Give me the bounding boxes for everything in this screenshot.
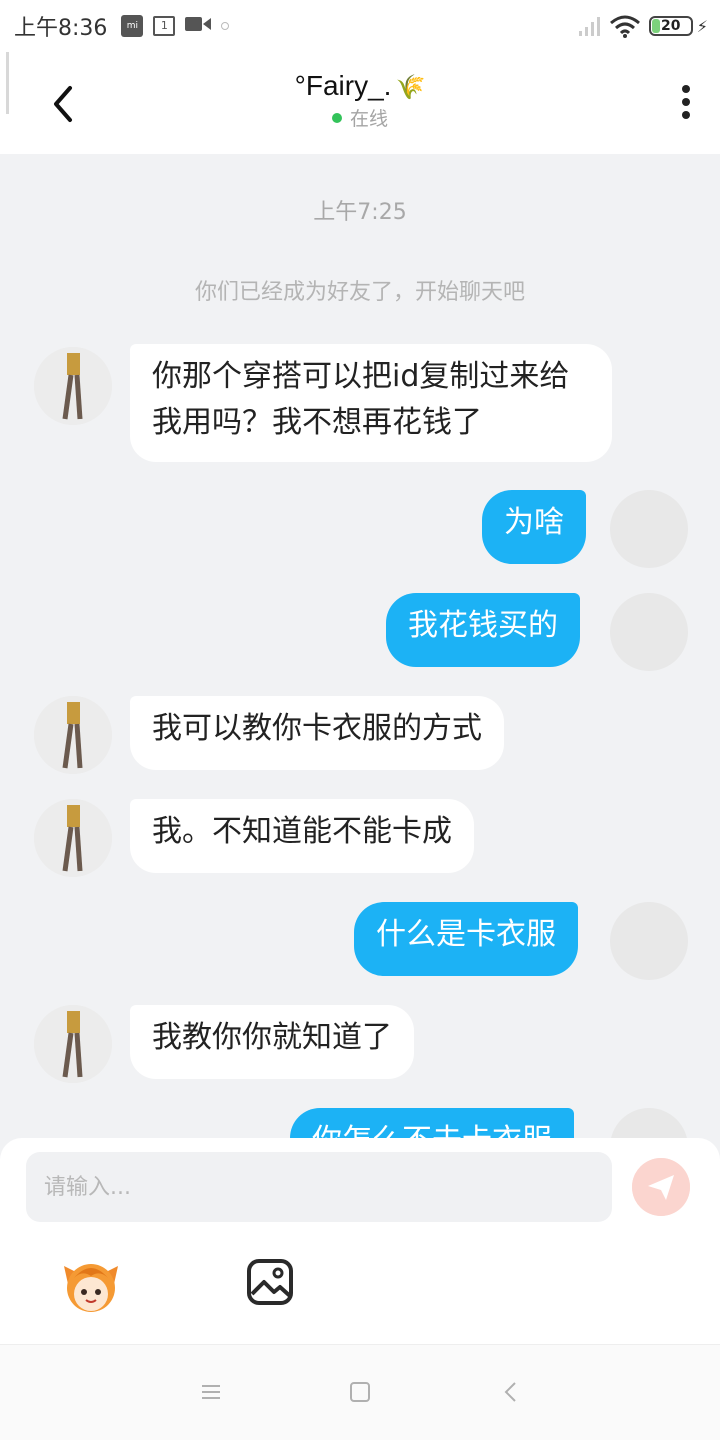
contact-avatar[interactable]	[34, 1005, 112, 1083]
contact-avatar[interactable]	[34, 696, 112, 774]
battery-level: 20	[661, 18, 681, 34]
contact-info: °Fairy_. 🌾 在线	[0, 70, 720, 131]
menu-button[interactable]	[196, 1377, 226, 1407]
message-line: 什么是卡衣服	[376, 917, 556, 952]
emoji-icon	[64, 1264, 118, 1312]
status-time: 上午8:36	[14, 16, 108, 41]
video-icon	[185, 16, 212, 36]
online-status-label: 在线	[349, 108, 388, 130]
more-dot-icon	[682, 85, 690, 93]
emoji-button[interactable]	[60, 1254, 122, 1316]
message-bubble-sent[interactable]: 为啥	[482, 490, 586, 564]
online-dot-icon	[331, 113, 342, 123]
message-timestamp: 上午7:25	[313, 200, 407, 225]
message-bubble-received[interactable]: 我可以教你卡衣服的方式	[130, 696, 504, 770]
signal-icon	[578, 17, 600, 36]
dot-icon	[221, 22, 230, 30]
system-nav-bar	[0, 1344, 720, 1440]
home-button[interactable]	[345, 1377, 375, 1407]
contact-name: °Fairy_.	[294, 70, 392, 101]
online-status: 在线	[0, 104, 720, 131]
contact-title: °Fairy_. 🌾	[0, 70, 720, 102]
message-line: 我。不知道能不能卡成	[152, 814, 452, 849]
status-bar: 上午8:36 mi 1 20 ⚡	[0, 0, 720, 52]
mi-icon: mi	[121, 15, 144, 37]
message-line: 我可以教你卡衣服的方式	[152, 711, 482, 746]
message-bubble-received[interactable]: 你那个穿搭可以把id复制过来给 我用吗？我不想再花钱了	[130, 344, 612, 462]
back-nav-button[interactable]	[496, 1377, 526, 1407]
menu-icon	[202, 1385, 220, 1399]
message-line: 为啥	[504, 505, 564, 540]
message-line: 你那个穿搭可以把id复制过来给	[152, 359, 570, 394]
my-avatar[interactable]	[610, 902, 688, 980]
message-line: 我教你你就知道了	[152, 1020, 392, 1055]
contact-avatar[interactable]	[34, 347, 112, 425]
message-bubble-received[interactable]: 我。不知道能不能卡成	[130, 799, 474, 873]
back-icon	[504, 1382, 516, 1402]
message-line: 我花钱买的	[408, 608, 558, 643]
system-message: 你们已经成为好友了，开始聊天吧	[194, 280, 525, 305]
my-avatar[interactable]	[610, 490, 688, 568]
message-line: 你怎么不去卡衣服	[312, 1118, 552, 1138]
wheat-emoji: 🌾	[395, 73, 426, 101]
image-icon	[247, 1259, 293, 1305]
message-bubble-sent[interactable]: 什么是卡衣服	[354, 902, 578, 976]
more-dot-icon	[682, 111, 690, 119]
my-avatar[interactable]	[610, 593, 688, 671]
contact-avatar[interactable]	[34, 799, 112, 877]
input-panel	[0, 1138, 720, 1344]
message-line: 我用吗？我不想再花钱了	[152, 405, 482, 440]
send-icon	[632, 1158, 690, 1216]
chat-messages[interactable]: 上午7:25 你们已经成为好友了，开始聊天吧 你那个穿搭可以把id复制过来给 我…	[0, 154, 720, 1138]
battery-icon: 20	[648, 16, 693, 36]
message-input[interactable]	[26, 1152, 612, 1222]
message-bubble-sent[interactable]: 我花钱买的	[386, 593, 580, 667]
wifi-icon	[609, 15, 640, 38]
send-button[interactable]	[632, 1158, 690, 1216]
my-avatar[interactable]	[610, 1108, 688, 1138]
message-bubble-sent[interactable]: 你怎么不去卡衣服	[290, 1108, 574, 1138]
more-dot-icon	[682, 98, 690, 106]
message-bubble-received[interactable]: 我教你你就知道了	[130, 1005, 414, 1079]
status-indicators: 20 ⚡	[577, 14, 708, 38]
home-icon	[350, 1382, 370, 1402]
chat-header: °Fairy_. 🌾 在线	[0, 52, 720, 154]
more-options-button[interactable]	[678, 82, 694, 122]
image-button[interactable]	[246, 1258, 294, 1306]
charging-icon: ⚡	[696, 16, 708, 36]
calendar-icon: 1	[153, 16, 176, 36]
